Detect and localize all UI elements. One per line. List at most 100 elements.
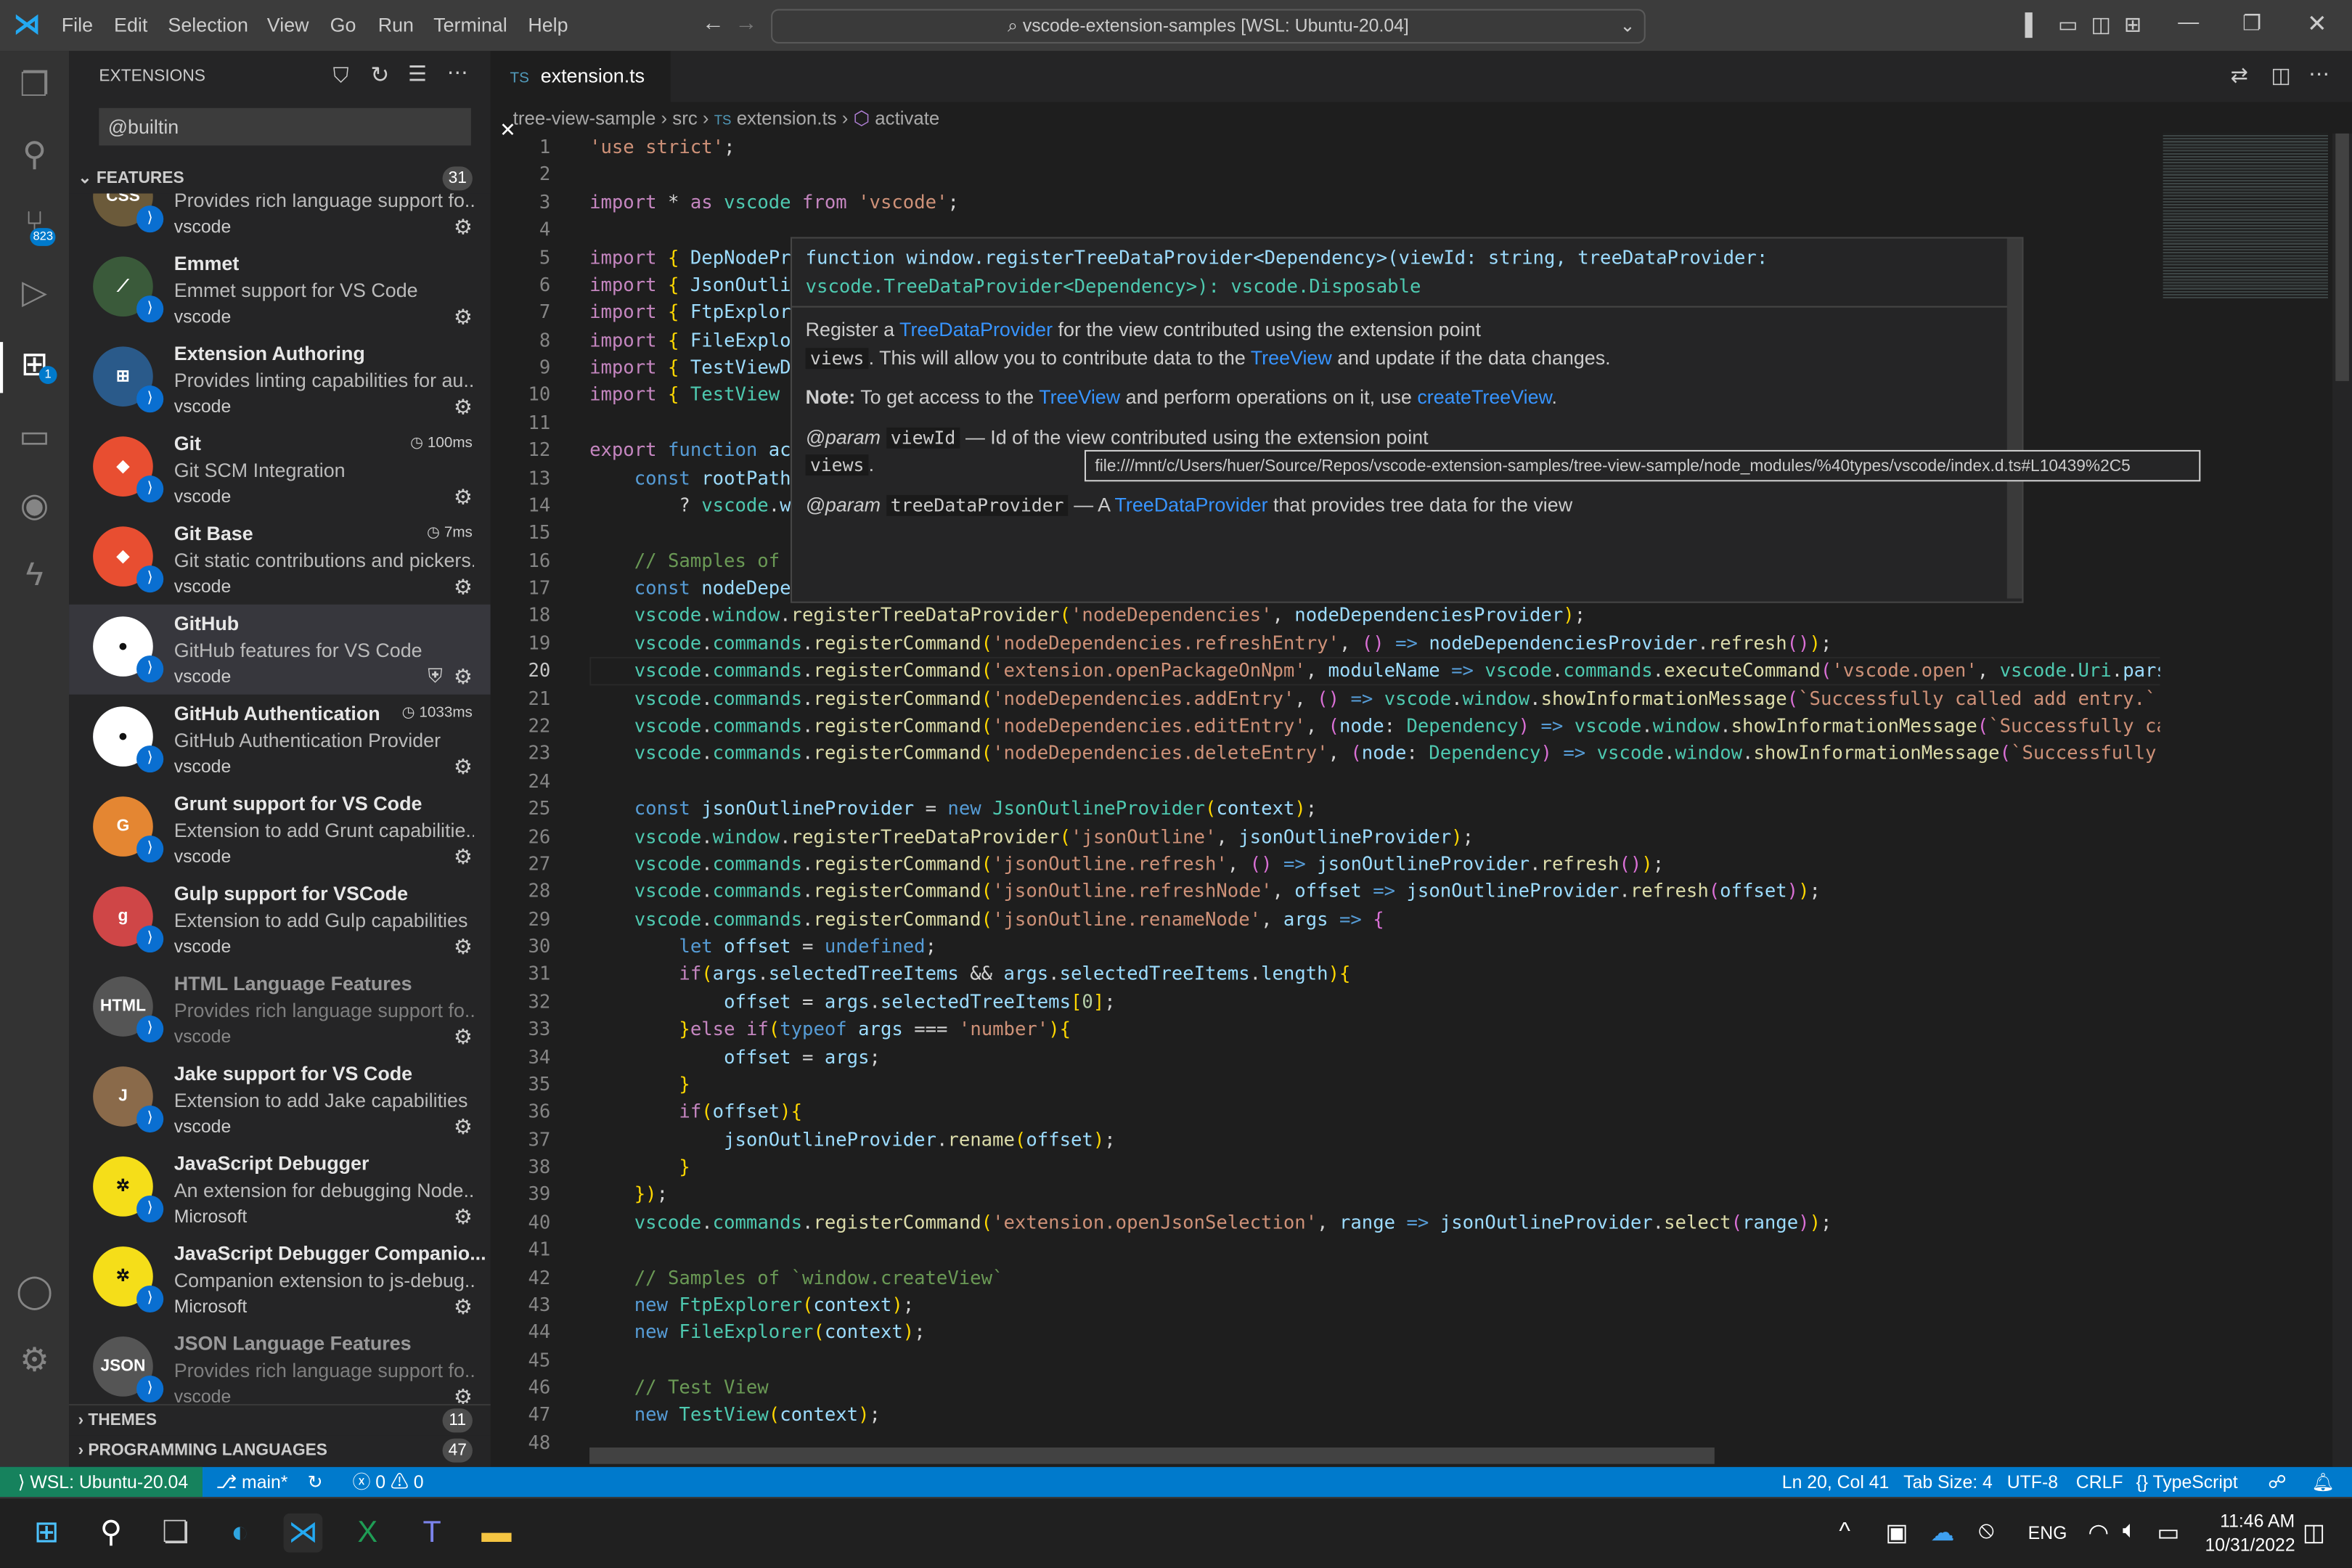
code-line[interactable]: vscode.window.registerTreeDataProvider('… <box>589 603 1585 630</box>
vscode-taskbar-icon[interactable]: ⋊ <box>283 1513 323 1553</box>
manage-gear-icon[interactable]: ⚙ <box>454 484 473 510</box>
open-changes-icon[interactable]: ⇄ <box>2231 63 2248 89</box>
clear-extensions-icon[interactable]: ☰ <box>408 62 427 87</box>
code-line[interactable]: import { DepNodePr <box>589 244 791 271</box>
restore-icon[interactable]: ❐ <box>2242 10 2261 36</box>
encoding[interactable]: UTF-8 <box>2007 1467 2058 1497</box>
notification-center-icon[interactable]: ◫ <box>2303 1518 2325 1548</box>
manage-gear-icon[interactable]: ⚙ <box>454 574 473 600</box>
extension-item[interactable]: ● ⟩ GitHub GitHub features for VS Code v… <box>69 604 491 695</box>
code-line[interactable]: } <box>589 1071 690 1098</box>
extension-item[interactable]: g ⟩ Gulp support for VSCode Extension to… <box>69 875 491 965</box>
wifi-icon[interactable]: ◠ <box>2088 1518 2109 1548</box>
extension-item[interactable]: ◆ ⟩ Git Base Git static contributions an… <box>69 515 491 605</box>
code-line[interactable]: } <box>589 1153 690 1181</box>
forward-arrow-icon[interactable]: → <box>735 10 758 36</box>
teams-icon[interactable]: T <box>412 1514 452 1553</box>
extension-item[interactable]: ◆ ⟩ Git Git SCM Integration vscode ⚙ ◷ 1… <box>69 425 491 515</box>
manage-gear-icon[interactable]: ⚙ <box>454 1024 473 1050</box>
code-line[interactable]: offset = args.selectedTreeItems[0]; <box>589 988 1116 1016</box>
code-line[interactable]: const nodeDepe <box>589 575 791 603</box>
extensions-icon[interactable]: ⊞ 1 <box>15 345 57 384</box>
settings-gear-icon[interactable]: ⚙ <box>15 1341 54 1380</box>
tray-icon[interactable]: ▣ <box>1885 1518 1908 1548</box>
manage-gear-icon[interactable]: ⚙ <box>454 844 473 870</box>
code-line[interactable]: vscode.commands.registerCommand('jsonOut… <box>589 850 1664 878</box>
doc-link[interactable]: TreeView <box>1251 346 1332 368</box>
menu-selection[interactable]: Selection <box>168 14 248 36</box>
manage-gear-icon[interactable]: ⚙ <box>454 1384 473 1405</box>
menu-run[interactable]: Run <box>378 14 414 36</box>
manage-gear-icon[interactable]: ⚙ <box>454 664 473 690</box>
volume-icon[interactable]: 🔈︎ <box>2123 1518 2137 1545</box>
code-line[interactable]: vscode.commands.registerCommand('nodeDep… <box>589 685 2157 712</box>
code-line[interactable]: vscode.commands.registerCommand('nodeDep… <box>589 712 2160 740</box>
code-line[interactable]: // Samples of `window.createView` <box>589 1264 1004 1291</box>
tab-extension-ts[interactable]: TS extension.ts ✕ <box>490 51 671 141</box>
code-line[interactable]: import { FtpExplor <box>589 299 791 327</box>
code-line[interactable]: // Test View <box>589 1374 769 1402</box>
code-line[interactable]: export function ac <box>589 437 791 465</box>
search-icon[interactable]: ⚲ <box>91 1514 131 1553</box>
code-line[interactable]: offset = args; <box>589 1043 881 1071</box>
breadcrumb-src[interactable]: src <box>672 108 697 129</box>
code-line[interactable]: 'use strict'; <box>589 134 735 161</box>
section-features[interactable]: ⌄ FEATURES 31 <box>69 163 491 194</box>
more-actions-icon[interactable]: ⋯ <box>447 60 468 86</box>
code-line[interactable]: let offset = undefined; <box>589 933 936 960</box>
horizontal-scrollbar[interactable] <box>589 1447 1715 1464</box>
mic-muted-icon[interactable]: ⦸ <box>1978 1518 1994 1545</box>
extension-item[interactable]: HTML ⟩ HTML Language Features Provides r… <box>69 965 491 1055</box>
extensions-search-input[interactable]: @builtin <box>99 107 471 146</box>
extension-item[interactable]: ⟋ ⟩ Emmet Emmet support for VS Code vsco… <box>69 245 491 335</box>
problems-indicator[interactable]: ⓧ 0 ⚠ 0 <box>353 1467 424 1497</box>
manage-gear-icon[interactable]: ⚙ <box>454 1294 473 1320</box>
minimap[interactable] <box>2160 133 2333 1467</box>
code-line[interactable]: vscode.window.registerTreeDataProvider('… <box>589 822 1474 850</box>
menu-help[interactable]: Help <box>528 14 568 36</box>
language-mode[interactable]: {} TypeScript <box>2136 1467 2237 1497</box>
feedback-icon[interactable]: ☍ <box>2268 1467 2286 1497</box>
clock-date[interactable]: 10/31/2022 <box>2205 1535 2295 1556</box>
code-line[interactable]: }else if(typeof args === 'number'){ <box>589 1016 1071 1043</box>
menu-edit[interactable]: Edit <box>114 14 147 36</box>
doc-link[interactable]: TreeView <box>1039 385 1120 408</box>
menu-file[interactable]: File <box>62 14 93 36</box>
language-indicator[interactable]: ENG <box>2028 1522 2067 1543</box>
section-themes[interactable]: › THEMES 11 <box>69 1404 491 1436</box>
menu-terminal[interactable]: Terminal <box>433 14 507 36</box>
split-editor-icon[interactable]: ◫ <box>2271 63 2290 89</box>
doc-link[interactable]: TreeDataProvider <box>1115 493 1268 515</box>
extension-item[interactable]: ✲ ⟩ JavaScript Debugger An extension for… <box>69 1145 491 1235</box>
back-arrow-icon[interactable]: ← <box>702 10 724 36</box>
code-line[interactable]: vscode.commands.registerCommand('nodeDep… <box>589 740 2157 767</box>
code-line[interactable]: new FtpExplorer(context); <box>589 1291 914 1319</box>
manage-gear-icon[interactable]: ⚙ <box>454 304 473 330</box>
doc-link[interactable]: createTreeView <box>1417 385 1551 408</box>
extension-item[interactable]: ✲ ⟩ JavaScript Debugger Companio... Comp… <box>69 1235 491 1325</box>
toggle-panel-icon[interactable]: ▭ <box>2058 12 2078 38</box>
excel-icon[interactable]: X <box>348 1514 387 1553</box>
notifications-bell-icon[interactable]: 🔔︎ <box>2311 1467 2334 1497</box>
start-windows-icon[interactable]: ⊞ <box>27 1514 66 1553</box>
manage-gear-icon[interactable]: ⚙ <box>454 1204 473 1230</box>
code-line[interactable]: }); <box>589 1181 668 1209</box>
extension-item[interactable]: JSON ⟩ JSON Language Features Provides r… <box>69 1325 491 1405</box>
code-line[interactable]: import * as vscode from 'vscode'; <box>589 189 959 216</box>
menu-view[interactable]: View <box>267 14 309 36</box>
manage-gear-icon[interactable]: ⚙ <box>454 754 473 780</box>
code-line[interactable]: new FileExplorer(context); <box>589 1319 926 1347</box>
breadcrumb-folder[interactable]: tree-view-sample <box>513 108 656 129</box>
code-line[interactable]: import { TestView <box>589 382 780 409</box>
file-explorer-icon[interactable]: ▬ <box>477 1514 516 1553</box>
toggle-secondary-sidebar-icon[interactable]: ◫ <box>2091 12 2110 38</box>
remote-indicator[interactable]: ⟩ WSL: Ubuntu-20.04 <box>0 1466 203 1498</box>
explorer-icon[interactable]: ❐ <box>15 66 54 105</box>
code-line[interactable]: const jsonOutlineProvider = new JsonOutl… <box>589 795 1318 822</box>
scrollbar-thumb[interactable] <box>2335 133 2349 381</box>
line-ending[interactable]: CRLF <box>2076 1467 2123 1497</box>
accounts-icon[interactable]: ◯ <box>15 1272 54 1311</box>
refresh-icon[interactable]: ↻ <box>370 62 389 89</box>
menu-go[interactable]: Go <box>330 14 356 36</box>
filter-icon[interactable]: ⛉ <box>333 63 349 89</box>
